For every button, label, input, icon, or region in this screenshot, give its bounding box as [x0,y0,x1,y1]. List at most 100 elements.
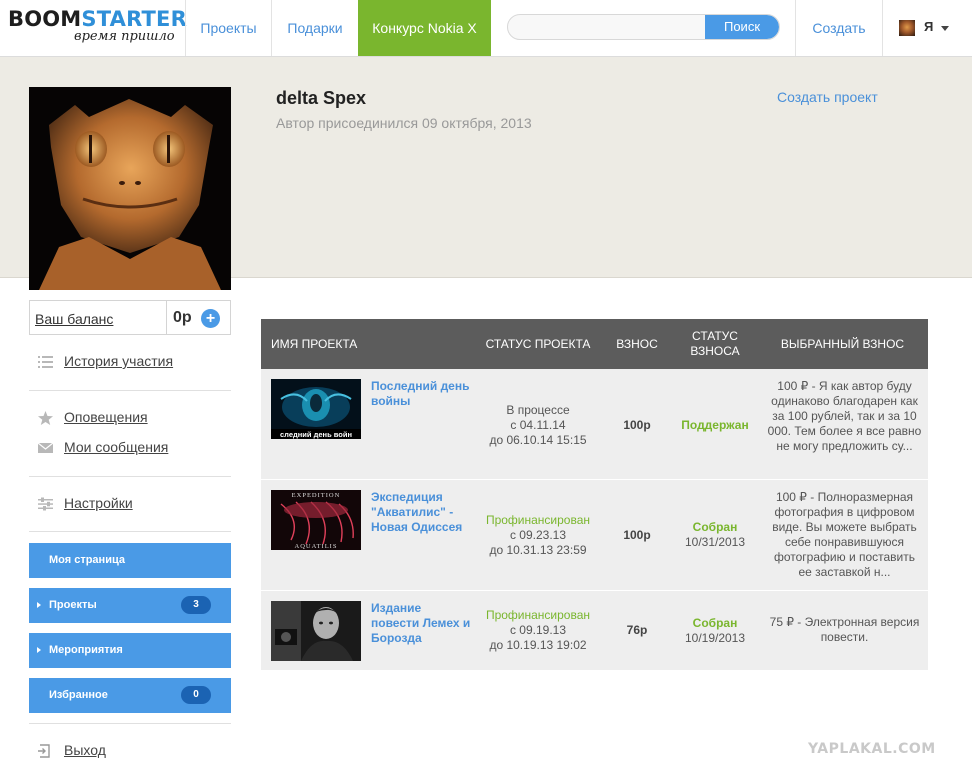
user-menu[interactable]: Я [882,0,972,56]
sidebar-divider [29,390,231,391]
fee-status-text: Собран [692,520,738,534]
nav-create[interactable]: Создать [795,0,882,56]
sidebar-link-notifications[interactable]: Оповещения [29,406,231,430]
thumbnail-caption-bottom: AQUATILIS [295,543,338,550]
project-name-link[interactable]: Издание повести Лемех и Борозда [371,601,471,646]
top-header: BOOMSTARTER время пришло Проекты Подарки… [0,0,972,57]
column-header-fee-status-line2: ВЗНОСА [690,344,740,358]
table-row: EXPEDITION AQUATILIS Экспедиция "Акватил… [261,480,928,590]
status-from: с 04.11.14 [510,418,566,432]
sidebar-link-logout[interactable]: Выход [29,739,231,763]
sidebar-button-projects[interactable]: Проекты 3 [29,588,231,623]
logo-boom: BOOM [8,7,82,31]
table-header: ИМЯ ПРОЕКТА СТАТУС ПРОЕКТА ВЗНОС СТАТУС В… [261,319,928,369]
status-from: с 09.19.13 [509,623,567,637]
watermark: YAPLAKAL.COM [808,741,936,757]
fee-status-date: 10/31/2013 [684,535,746,549]
project-name-link[interactable]: Экспедиция "Акватилис" - Новая Одиссея [371,490,471,535]
chosen-fee-description: 75 ₽ - Электронная версия повести. [769,615,920,644]
create-project-link[interactable]: Создать проект [777,89,878,105]
sliders-icon [38,497,53,511]
sidebar-divider [29,476,231,477]
sidebar-link-label: Мои сообщения [64,439,169,455]
project-name-link[interactable]: Последний день войны [371,379,471,409]
chosen-fee-description: 100 ₽ - Я как автор буду одинаково благо… [767,379,922,453]
search-box: Поиск [507,14,780,40]
status-text: Профинансирован [485,608,591,622]
project-thumbnail[interactable] [271,601,361,661]
balance-box: Ваш баланс 0р + [29,300,231,335]
fee-amount: 100р [623,418,651,432]
sidebar-link-messages[interactable]: Мои сообщения [29,436,231,460]
sidebar-link-label: История участия [64,353,174,369]
table-row: Издание повести Лемех и Борозда Профинан… [261,591,928,670]
column-header-name: ИМЯ ПРОЕКТА [271,336,358,351]
fee-status-date: 10/19/2013 [684,631,746,645]
status-text: В процессе [506,403,570,417]
nav-projects[interactable]: Проекты [185,0,271,56]
sidebar-button-favorites[interactable]: Избранное 0 [29,678,231,713]
sidebar-button-label: Моя страница [49,554,125,566]
user-avatar [899,20,915,36]
sidebar-link-settings[interactable]: Настройки [29,492,231,516]
sidebar-button-label: Проекты [49,599,97,611]
fee-status-text: Поддержан [681,418,749,432]
project-thumbnail-image: следний день войн [271,379,361,439]
search-button[interactable]: Поиск [705,15,779,39]
arrow-right-icon [37,602,41,608]
list-icon [38,356,53,368]
fee-amount: 76р [626,623,648,637]
balance-link[interactable]: Ваш баланс [35,311,113,327]
chevron-down-icon [941,26,949,31]
project-thumbnail-image [271,601,361,661]
column-header-fee-status-line1: СТАТУС [692,329,738,343]
profile-joined-date: Автор присоединился 09 октября, 2013 [276,115,532,131]
project-status: Профинансирован с 09.23.13 до 10.31.13 2… [475,513,601,558]
thumbnail-caption-top: EXPEDITION [292,492,341,499]
column-header-fee-status: СТАТУС ВЗНОСА [673,319,757,369]
project-status: В процессе с 04.11.14 до 06.10.14 15:15 [475,403,601,448]
boomstarter-logo[interactable]: BOOMSTARTER время пришло [8,7,187,47]
fee-amount: 100р [623,528,651,542]
chosen-fee-description: 100 ₽ - Полноразмерная фотография в цифр… [772,490,917,579]
table-row: следний день войн Последний день войны В… [261,369,928,479]
project-status: Профинансирован с 09.19.13 до 10.19.13 1… [475,608,601,653]
favorites-count-badge: 0 [181,686,211,704]
fee-status: Собран 10/31/2013 [673,520,757,550]
nav-contest-nokia[interactable]: Конкурс Nokia X [358,0,491,56]
sidebar-divider [29,531,231,532]
user-label: Я [924,19,934,34]
column-header-fee: ВЗНОС [616,336,658,351]
project-thumbnail[interactable]: EXPEDITION AQUATILIS [271,490,361,550]
sidebar-link-label: Выход [64,742,106,758]
status-to: до 06.10.14 15:15 [489,433,587,447]
logo-wordmark: BOOMSTARTER [8,7,187,31]
thumbnail-caption: следний день войн [280,430,352,439]
sidebar-divider [29,723,231,724]
star-icon [38,411,53,425]
sidebar-button-my-page[interactable]: Моя страница [29,543,231,578]
fee-status: Поддержан [673,418,757,433]
search-input[interactable] [508,15,706,39]
nav-gifts[interactable]: Подарки [271,0,358,56]
logo-tagline: время пришло [74,29,175,44]
sidebar-button-events[interactable]: Мероприятия [29,633,231,668]
balance-value: 0р [173,309,192,326]
fee-status-text: Собран [692,616,738,630]
sidebar-link-label: Оповещения [64,409,148,425]
add-balance-button[interactable]: + [201,309,220,328]
status-to: до 10.19.13 19:02 [489,638,587,652]
sidebar-button-label: Мероприятия [49,644,123,656]
project-thumbnail-image: EXPEDITION AQUATILIS [271,490,361,550]
column-header-status: СТАТУС ПРОЕКТА [485,336,591,351]
project-thumbnail[interactable]: следний день войн [271,379,361,439]
sidebar-link-history[interactable]: История участия [29,350,231,374]
projects-count-badge: 3 [181,596,211,614]
status-from: с 09.23.13 [509,528,567,542]
column-header-chosen-fee: ВЫБРАННЫЙ ВЗНОС [780,336,905,351]
gecko-avatar-image [29,87,231,290]
status-text: Профинансирован [485,513,591,527]
arrow-right-icon [37,647,41,653]
fee-status: Собран 10/19/2013 [673,616,757,646]
sidebar-button-label: Избранное [49,689,108,701]
